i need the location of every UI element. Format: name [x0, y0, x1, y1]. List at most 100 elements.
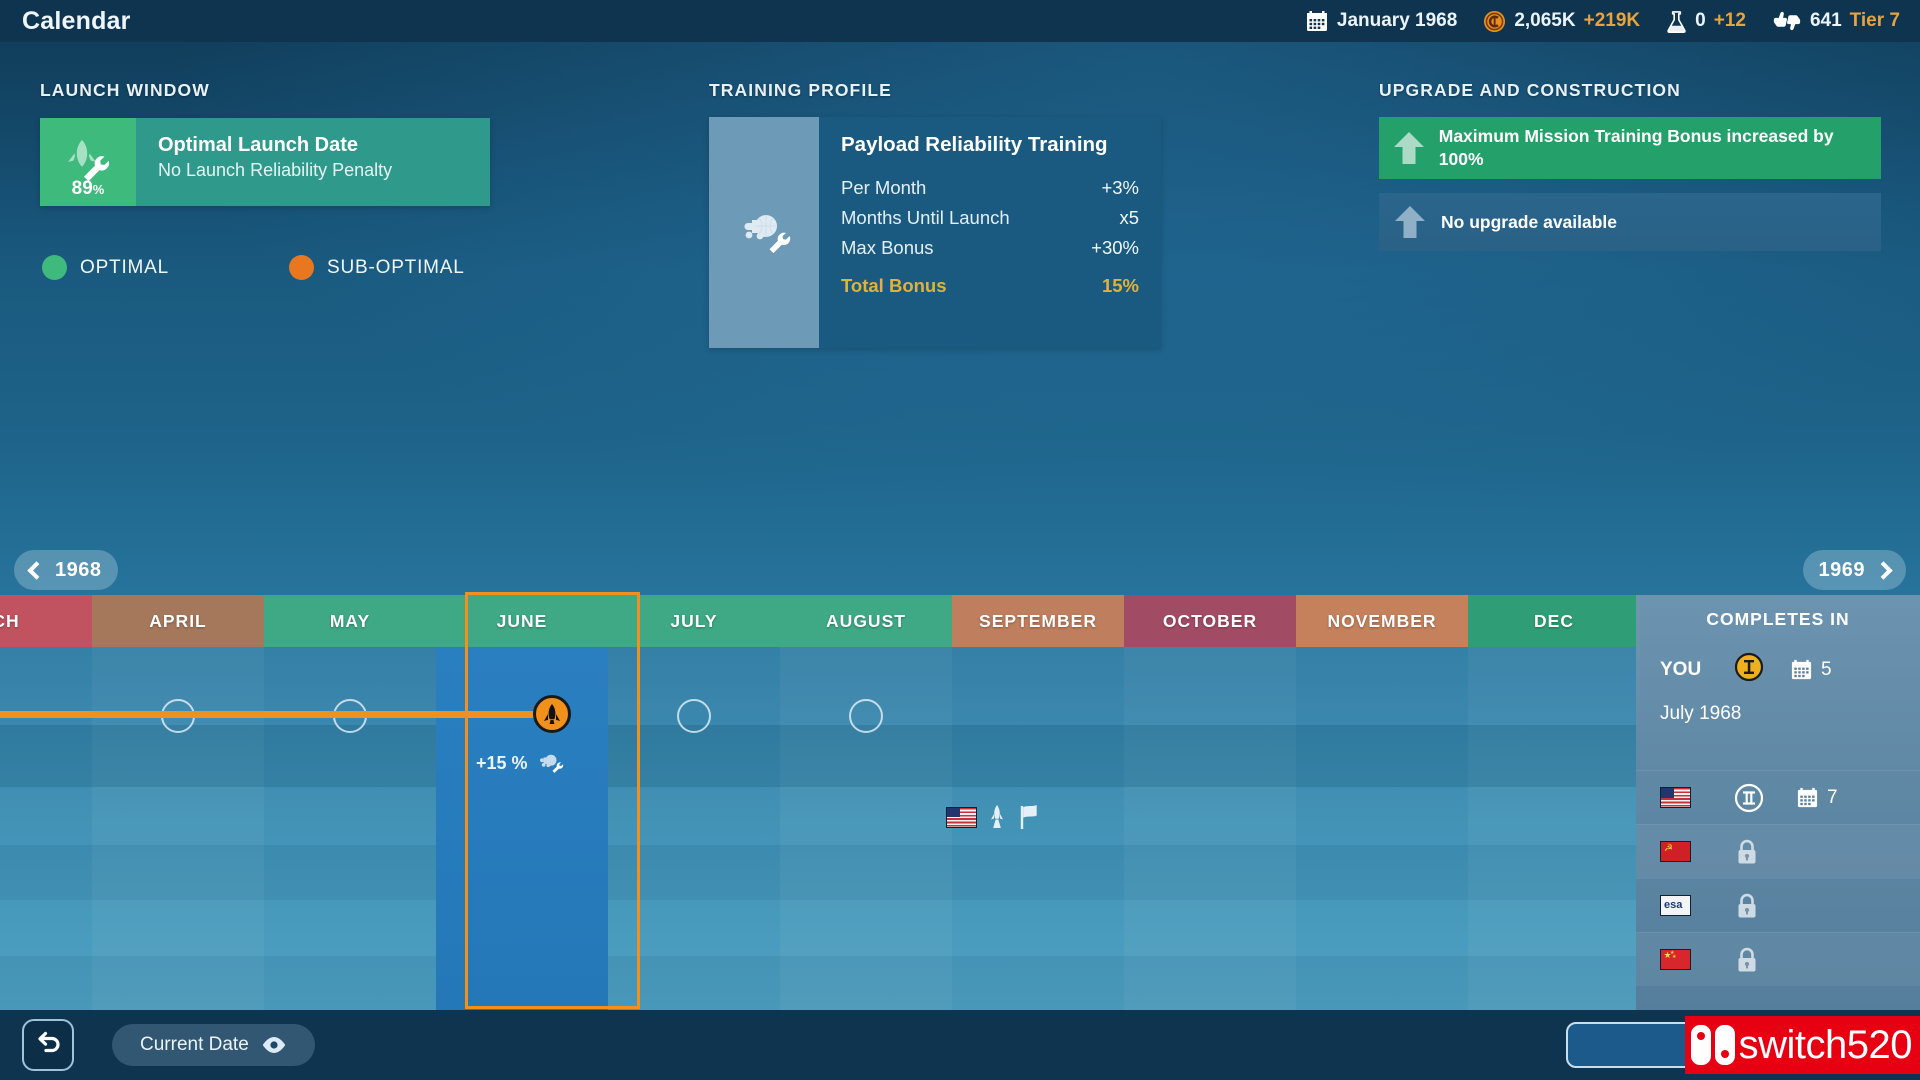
completes-in-you-date: July 1968: [1660, 703, 1742, 724]
flag-china-icon: ★ ★ ★: [1660, 949, 1691, 970]
chevron-right-icon: [1874, 560, 1893, 580]
upgrade-construction-list: Maximum Mission Training Bonus increased…: [1379, 117, 1881, 265]
launch-window-title: Optimal Launch Date: [158, 134, 359, 156]
calendar-grid: +15 %: [0, 592, 1640, 1010]
training-profile-thumb: [709, 117, 819, 348]
switch-logo-icon: [1689, 1023, 1739, 1067]
watermark-text: switch520: [1738, 1022, 1913, 1067]
player-badge-icon: [1734, 652, 1764, 687]
calendar-month-headers: CH APRIL MAY JUNE JULY AUGUST SEPTEMBER …: [0, 595, 1640, 647]
launch-marker[interactable]: [533, 695, 571, 733]
calendar-column-october[interactable]: [1124, 647, 1296, 1010]
calendar-column-november[interactable]: [1296, 647, 1468, 1010]
reputation-value: 641: [1809, 10, 1842, 31]
launch-window-heading: LAUNCH WINDOW: [40, 80, 210, 100]
science-delta: +12: [1713, 10, 1746, 31]
flask-icon: [1666, 10, 1687, 33]
legend-dot-suboptimal: [289, 255, 315, 280]
locked-badge: [1734, 892, 1796, 920]
training-profile-details: Payload Reliability Training Per Month +…: [819, 117, 1161, 348]
month-header-october[interactable]: OCTOBER: [1124, 595, 1296, 647]
launch-slot-circle[interactable]: [677, 699, 711, 733]
launch-window-percent: 89%: [71, 178, 105, 199]
launch-window-score: 89%: [40, 118, 136, 206]
completes-in-panel: COMPLETES IN YOU 5 July 1968 7 ☭ esa ★ ★…: [1636, 595, 1920, 1010]
calendar-column-june[interactable]: [436, 647, 608, 1010]
legend-label-optimal: OPTIMAL: [80, 256, 170, 278]
stat-science: 0 +12: [1666, 10, 1746, 33]
eye-icon: [261, 1036, 287, 1054]
mission-event-august[interactable]: [946, 804, 1041, 830]
calendar-column-december[interactable]: [1468, 647, 1640, 1010]
month-header-december[interactable]: DEC: [1468, 595, 1640, 647]
calendar-column-april[interactable]: [92, 647, 264, 1010]
legend-label-suboptimal: SUB-OPTIMAL: [327, 256, 465, 278]
prev-year-button[interactable]: 1968: [14, 550, 118, 590]
month-header-may[interactable]: MAY: [264, 595, 436, 647]
watermark: switch520: [1684, 1016, 1920, 1074]
launch-track-line: [0, 711, 545, 718]
training-row-months-until-launch: Months Until Launch x5: [841, 207, 1139, 229]
upgrade-item-active[interactable]: Maximum Mission Training Bonus increased…: [1379, 117, 1881, 179]
month-header-september[interactable]: SEPTEMBER: [952, 595, 1124, 647]
current-date-toggle[interactable]: Current Date: [112, 1024, 315, 1066]
calendar-column-may[interactable]: [264, 647, 436, 1010]
completes-in-you-row: YOU 5: [1636, 630, 1920, 687]
next-year-button[interactable]: 1969: [1802, 550, 1906, 590]
rival-row-usa[interactable]: 7: [1636, 770, 1920, 824]
locked-badge: [1734, 946, 1796, 974]
payload-wrench-small-icon: [537, 752, 565, 774]
rival-row-esa[interactable]: esa: [1636, 878, 1920, 932]
training-row-max-bonus: Max Bonus +30%: [841, 237, 1139, 259]
month-header-july[interactable]: JULY: [608, 595, 780, 647]
flag-china-wrap: ★ ★ ★: [1660, 949, 1734, 970]
flag-usa-wrap: [1660, 787, 1734, 808]
month-header-june[interactable]: JUNE: [436, 595, 608, 647]
upgrade-arrow-icon: [1379, 204, 1441, 240]
training-row-label: Per Month: [841, 177, 927, 198]
flag-ussr-icon: ☭: [1660, 841, 1691, 862]
month-header-march[interactable]: CH: [0, 595, 92, 647]
topbar-stats: January 1968 2,065K +219K 0 +12 641 Tier…: [1305, 9, 1900, 33]
training-total-bonus: Total Bonus 15%: [841, 275, 1139, 297]
calendar-timeline: CH APRIL MAY JUNE JULY AUGUST SEPTEMBER …: [0, 592, 1640, 1010]
flag-ussr-wrap: ☭: [1660, 841, 1734, 862]
flag-usa-icon: [946, 806, 977, 828]
training-row-value: +3%: [1101, 177, 1139, 198]
science-value: 0: [1695, 10, 1706, 31]
launch-window-panel: 89% Optimal Launch Date No Launch Reliab…: [40, 118, 490, 206]
training-total-value: 15%: [1101, 275, 1139, 296]
calendar-column-march[interactable]: [0, 647, 92, 1010]
month-header-april[interactable]: APRIL: [92, 595, 264, 647]
funds-delta: +219K: [1583, 10, 1641, 31]
completes-in-you-label: YOU: [1660, 658, 1702, 680]
completes-in-you-duration: 5: [1790, 658, 1832, 681]
flag-planting-icon: [1017, 804, 1041, 830]
stat-funds: 2,065K +219K: [1483, 10, 1640, 33]
back-arrow-icon: [33, 1031, 63, 1059]
rival-row-ussr[interactable]: ☭: [1636, 824, 1920, 878]
training-row-label: Months Until Launch: [841, 207, 1010, 228]
rival-duration-usa: 7: [1796, 786, 1838, 809]
payload-wrench-icon: [734, 207, 794, 259]
calendar-column-july[interactable]: [608, 647, 780, 1010]
calendar-icon: [1790, 658, 1813, 681]
rival-badge-tier2-icon: [1734, 783, 1796, 813]
month-header-november[interactable]: NOVEMBER: [1296, 595, 1468, 647]
training-row-value: +30%: [1091, 237, 1139, 258]
back-button[interactable]: [22, 1019, 74, 1071]
upgrade-item-empty[interactable]: No upgrade available: [1379, 193, 1881, 251]
funds-value: 2,065K: [1514, 10, 1576, 31]
tier-value: Tier 7: [1849, 10, 1900, 31]
rival-row-china[interactable]: ★ ★ ★: [1636, 932, 1920, 986]
rocket-launch-icon: [986, 804, 1008, 830]
legend-dot-optimal: [42, 255, 67, 280]
launch-slot-circle[interactable]: [849, 699, 883, 733]
month-header-august[interactable]: AUGUST: [780, 595, 952, 647]
locked-badge: [1734, 838, 1796, 866]
upgrade-arrow-icon: [1379, 130, 1439, 166]
training-profile-heading: TRAINING PROFILE: [709, 80, 892, 100]
chevron-left-icon: [27, 560, 46, 580]
calendar-column-august[interactable]: [780, 647, 952, 1010]
launch-window-legend: OPTIMAL SUB-OPTIMAL: [42, 255, 465, 280]
